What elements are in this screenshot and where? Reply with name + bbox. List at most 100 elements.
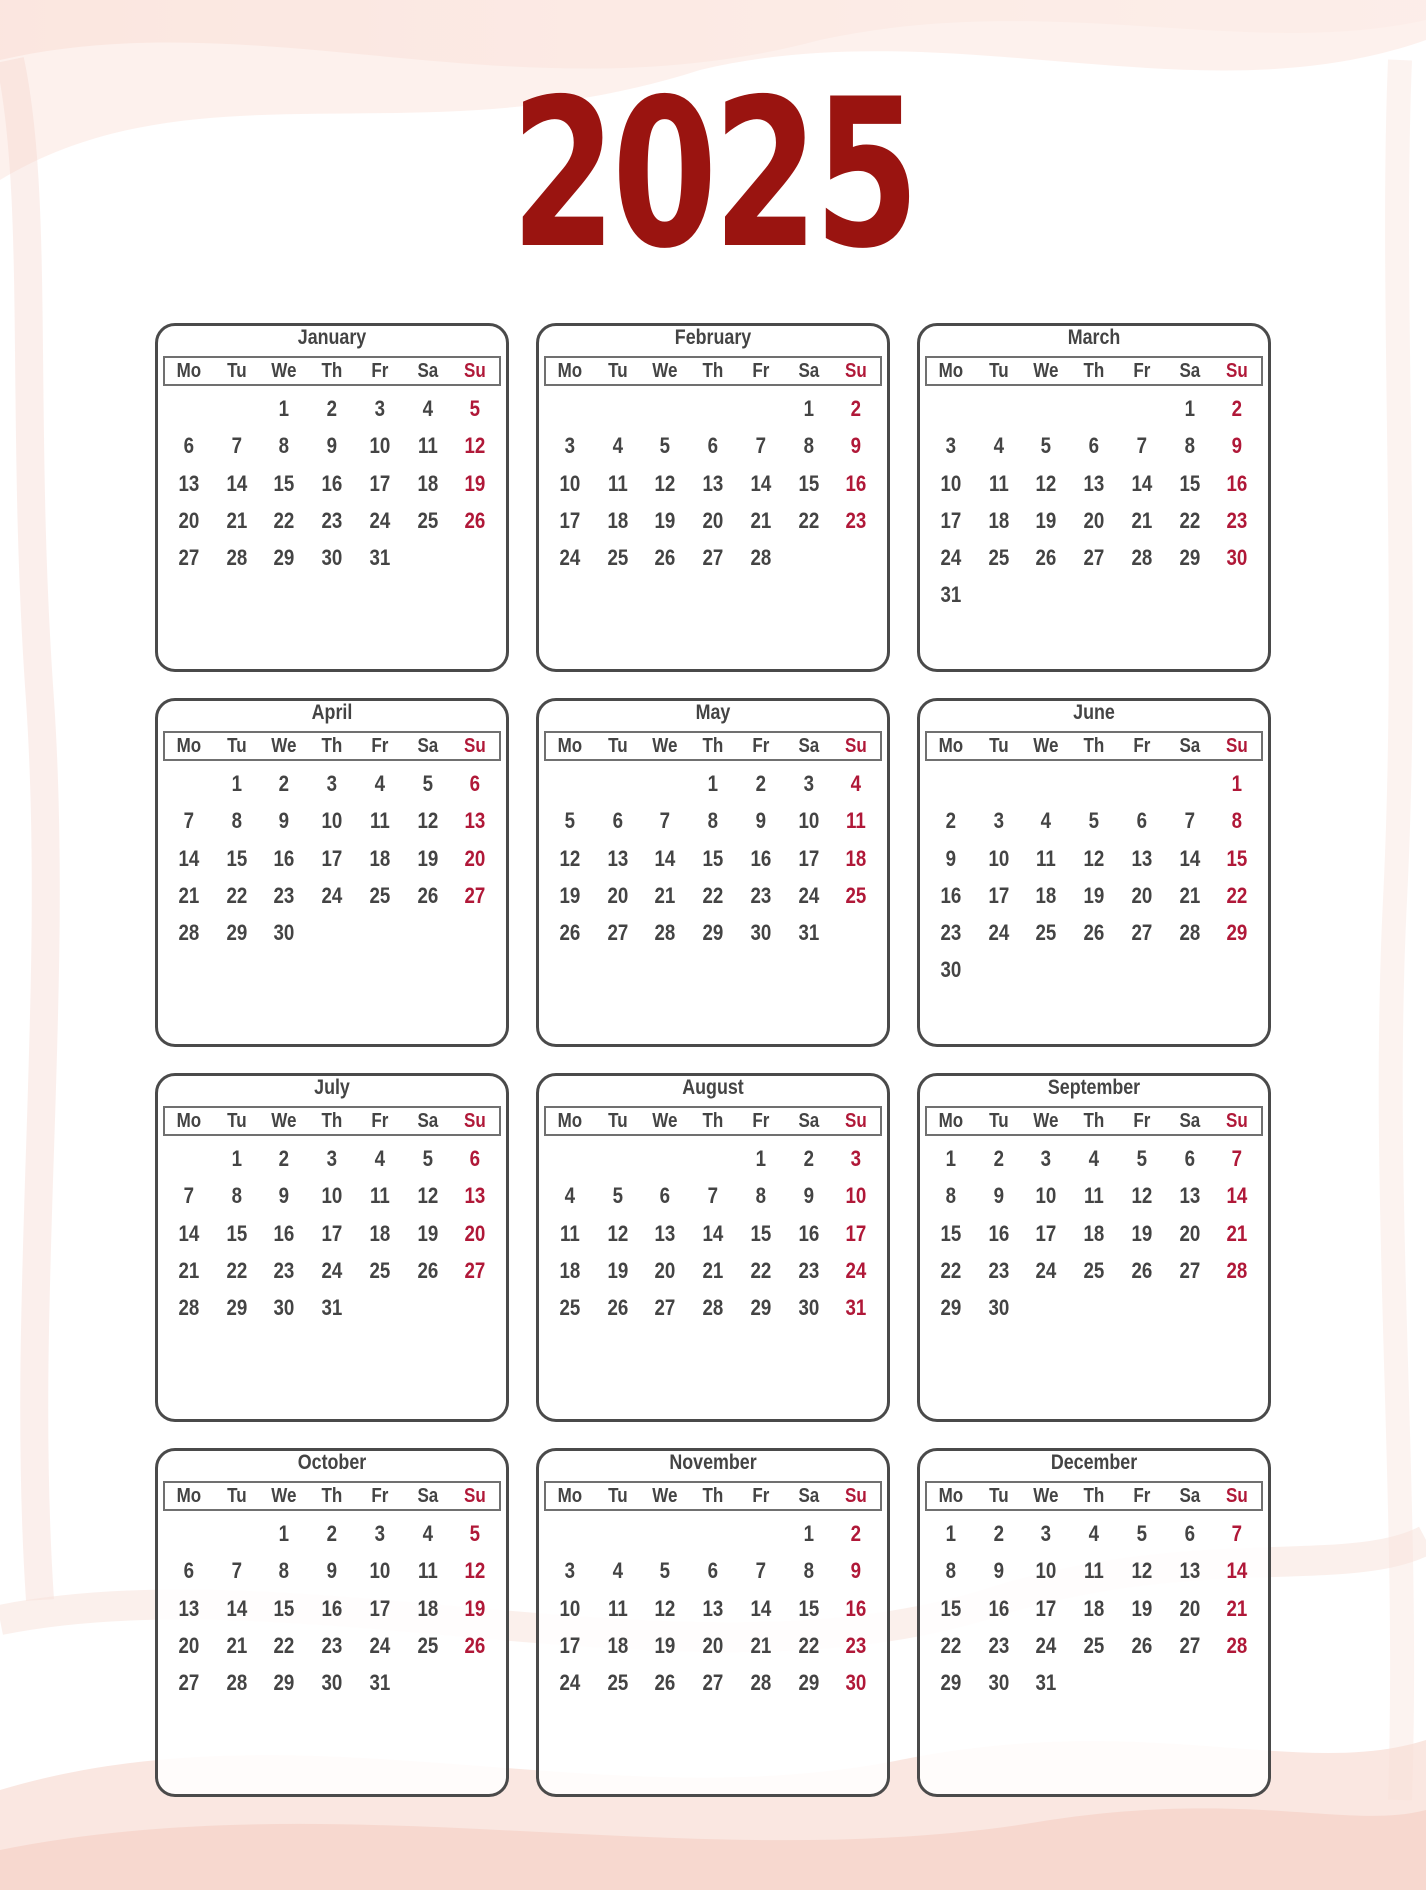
day-cell: 30 <box>321 1670 343 1696</box>
weekday-label: Su <box>464 1485 487 1507</box>
day-cell: 30 <box>940 957 962 983</box>
day-cell: 10 <box>369 1558 391 1584</box>
day-cell: 21 <box>1226 1595 1248 1621</box>
day-cell: 17 <box>988 882 1009 908</box>
empty-cell <box>1169 765 1210 802</box>
day-cell: 26 <box>607 1295 628 1321</box>
day-cell: 11 <box>369 808 390 834</box>
day-cell: 11 <box>846 808 867 834</box>
day-cell: 22 <box>1179 507 1200 533</box>
day-cell: 16 <box>321 1595 343 1621</box>
day-cell: 7 <box>231 1558 242 1584</box>
day-cell: 25 <box>417 1632 438 1658</box>
weekday-label: Mo <box>938 735 964 757</box>
day-cell: 13 <box>178 1595 200 1621</box>
weekday-label: Tu <box>988 1110 1009 1132</box>
weekday-label: Mo <box>176 360 202 382</box>
day-cell: 18 <box>369 1220 391 1246</box>
month-name: July <box>314 1076 350 1099</box>
day-cell: 20 <box>178 507 200 533</box>
day-cell: 29 <box>226 920 247 946</box>
day-cell: 17 <box>321 845 343 871</box>
day-cell: 17 <box>559 1632 581 1658</box>
day-cell: 24 <box>321 882 343 908</box>
day-cell: 14 <box>226 1595 247 1621</box>
empty-cell <box>693 1515 734 1552</box>
weekday-label: Fr <box>752 735 770 757</box>
day-cell: 13 <box>1179 1558 1200 1584</box>
day-cell: 6 <box>1136 808 1147 834</box>
day-cell: 24 <box>369 507 391 533</box>
day-cell: 26 <box>559 920 581 946</box>
weekday-label: Tu <box>988 360 1009 382</box>
day-cell: 15 <box>1179 470 1200 496</box>
day-cell: 4 <box>1088 1146 1100 1171</box>
weekday-label: Tu <box>607 1110 628 1132</box>
day-cell: 1 <box>945 1146 957 1171</box>
day-cell: 10 <box>988 845 1009 871</box>
weekday-header: Mo Tu We Th Fr Sa Su <box>925 1106 1263 1136</box>
day-cell: 25 <box>369 1257 391 1283</box>
weekday-label: Mo <box>176 735 202 757</box>
day-cell: 2 <box>279 771 290 796</box>
weekday-label: Mo <box>557 735 583 757</box>
day-cell: 23 <box>988 1632 1009 1658</box>
empty-cell <box>1121 390 1162 427</box>
day-cell: 10 <box>798 808 819 834</box>
day-cell: 2 <box>945 808 957 834</box>
day-cell: 25 <box>559 1295 581 1321</box>
day-cell: 8 <box>279 1558 290 1584</box>
weekday-label: Fr <box>371 360 389 382</box>
month-card-august: August Mo Tu We Th Fr Sa Su 1 2 3 4 5 6 7 8 9 10 11 12 13 14 1… <box>536 1073 890 1422</box>
day-cell: 13 <box>1083 470 1105 496</box>
empty-cell <box>597 765 638 802</box>
day-cell: 6 <box>1184 1146 1195 1171</box>
day-cell: 25 <box>1035 920 1057 946</box>
weekday-label: Mo <box>938 1110 964 1132</box>
day-cell: 9 <box>850 433 862 459</box>
day-cell: 3 <box>803 771 814 796</box>
day-cell: 14 <box>702 1220 724 1246</box>
weekday-label: Fr <box>371 735 389 757</box>
weekday-label: Tu <box>607 1485 628 1507</box>
day-cell: 14 <box>226 470 247 496</box>
day-cell: 21 <box>702 1257 724 1283</box>
weekday-header: Mo Tu We Th Fr Sa Su <box>925 731 1263 761</box>
weekday-label: Su <box>1226 1110 1249 1132</box>
day-cell: 18 <box>1035 882 1057 908</box>
weekday-header: Mo Tu We Th Fr Sa Su <box>163 1106 501 1136</box>
weekday-label: We <box>271 1485 297 1507</box>
day-cell: 25 <box>369 882 391 908</box>
empty-cell <box>550 390 591 427</box>
day-cell: 22 <box>273 1632 295 1658</box>
day-cell: 15 <box>750 1220 772 1246</box>
day-cell: 15 <box>702 845 724 871</box>
day-cell: 27 <box>464 1257 486 1283</box>
day-cell: 17 <box>1035 1220 1057 1246</box>
day-cell: 23 <box>940 920 962 946</box>
weekday-label: Fr <box>371 1110 389 1132</box>
empty-cell <box>931 765 972 802</box>
weekday-label: Sa <box>798 1110 819 1132</box>
weekday-label: Sa <box>798 1485 819 1507</box>
day-cell: 5 <box>660 1558 671 1584</box>
day-cell: 4 <box>850 771 862 796</box>
month-card-march: March Mo Tu We Th Fr Sa Su 1 2 3 4 5 6 7 8 9 10 11 12 13 14 15… <box>917 323 1271 672</box>
day-cell: 22 <box>226 882 247 908</box>
empty-cell <box>169 765 210 802</box>
day-cell: 1 <box>803 1521 814 1546</box>
weekday-label: Mo <box>176 1485 202 1507</box>
day-cell: 22 <box>226 1257 247 1283</box>
day-cell: 1 <box>231 771 242 796</box>
day-cell: 19 <box>464 470 486 496</box>
day-cell: 19 <box>559 882 581 908</box>
weekday-label: Tu <box>226 360 247 382</box>
day-cell: 6 <box>1184 1521 1195 1546</box>
weekday-label: Tu <box>607 360 628 382</box>
day-cell: 24 <box>1035 1632 1057 1658</box>
weekday-label: Fr <box>752 1110 770 1132</box>
day-cell: 20 <box>1131 882 1153 908</box>
weekday-header: Mo Tu We Th Fr Sa Su <box>925 1481 1263 1511</box>
empty-cell <box>931 390 972 427</box>
day-cell: 1 <box>279 396 290 421</box>
